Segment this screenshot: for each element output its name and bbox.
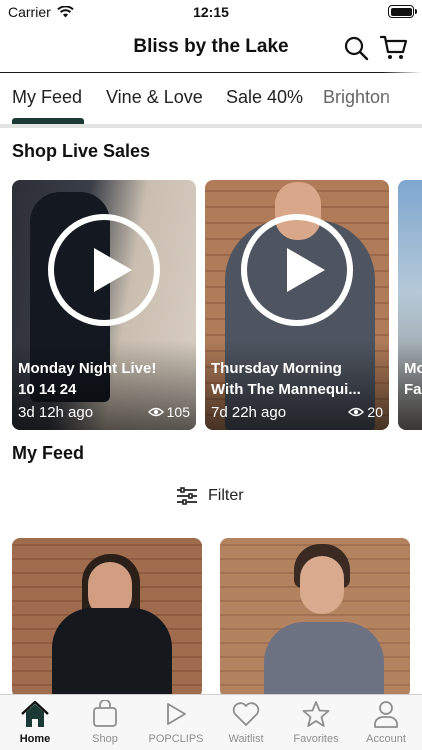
card-title: Monday Night Live! 10 14 24 — [18, 360, 157, 398]
play-icon[interactable] — [48, 214, 160, 326]
tabbar-popclips[interactable]: POPCLIPS — [141, 699, 211, 745]
card-title: Mo Fa — [404, 360, 422, 398]
live-sales-heading: Shop Live Sales — [12, 141, 151, 161]
filter-button[interactable]: Filter — [176, 484, 244, 508]
card-views: 20 — [348, 404, 383, 420]
tabbar-account[interactable]: Account — [351, 699, 421, 745]
eye-icon — [348, 407, 365, 417]
cart-icon[interactable] — [380, 34, 408, 62]
card-views: 105 — [147, 404, 190, 420]
tab-sale[interactable]: Sale 40% — [226, 87, 303, 108]
tabbar-shop[interactable]: Shop — [70, 699, 140, 745]
live-sale-card[interactable]: Mo Fa — [398, 180, 422, 430]
tabs-divider — [0, 124, 422, 128]
feed-heading: My Feed — [12, 443, 85, 463]
tabbar-favorites[interactable]: Favorites — [281, 699, 351, 745]
heart-icon — [231, 699, 261, 729]
tabbar-waitlist[interactable]: Waitlist — [211, 699, 281, 745]
tab-vine-love[interactable]: Vine & Love — [106, 87, 203, 108]
tabs-fade — [382, 72, 422, 122]
card-title: Thursday Morning With The Mannequi... — [211, 360, 361, 398]
live-sale-card[interactable]: Thursday Morning With The Mannequi... 7d… — [205, 180, 389, 430]
tabbar-home[interactable]: Home — [0, 699, 70, 745]
eye-icon — [147, 407, 164, 417]
card-age: 3d 12h ago — [18, 404, 94, 421]
app-header: Bliss by the Lake — [0, 24, 422, 72]
tab-my-feed[interactable]: My Feed — [12, 87, 82, 108]
search-icon[interactable] — [342, 34, 370, 62]
feed-item[interactable] — [220, 538, 410, 698]
feed-item[interactable] — [12, 538, 202, 698]
filter-label: Filter — [208, 487, 244, 504]
card-age: 7d 22h ago — [211, 404, 287, 421]
feed-item-image — [52, 608, 172, 698]
bag-icon — [90, 699, 120, 729]
tab-brighton[interactable]: Brighton — [323, 87, 390, 108]
star-icon — [301, 699, 331, 729]
live-sale-card[interactable]: Monday Night Live! 10 14 24 3d 12h ago 1… — [12, 180, 196, 430]
home-icon — [20, 699, 50, 729]
status-time: 12:15 — [193, 4, 229, 20]
filter-icon — [177, 487, 197, 505]
feed-item-image — [264, 622, 384, 698]
bottom-tab-bar: Home Shop POPCLIPS Waitlist Favorites Ac… — [0, 694, 422, 750]
play-icon — [161, 699, 191, 729]
status-bar: Carrier 12:15 — [0, 0, 422, 24]
battery-icon — [388, 5, 417, 18]
play-icon[interactable] — [241, 214, 353, 326]
person-icon — [371, 699, 401, 729]
category-tabs: My Feed Vine & Love Sale 40% Brighton — [0, 72, 422, 124]
